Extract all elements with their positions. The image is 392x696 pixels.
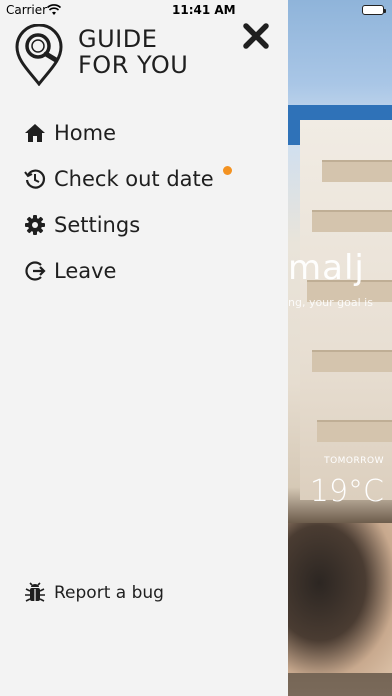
notification-badge [223,166,232,175]
brand-line-2: FOR YOU [78,51,189,79]
building-photo [300,120,392,500]
menu-item-settings[interactable]: Settings [24,202,214,248]
balcony [317,420,392,442]
brand-line-1: GUIDE [78,25,158,53]
menu-item-leave[interactable]: Leave [24,248,214,294]
second-photo [288,523,392,673]
drawer-menu: Home Check out date Settings Leave [24,110,232,294]
gear-icon [25,215,45,235]
menu-item-home[interactable]: Home [24,110,214,156]
balcony [312,350,392,372]
report-bug-button[interactable]: Report a bug [24,582,164,604]
menu-item-label: Home [54,121,117,145]
report-bug-label: Report a bug [54,583,164,603]
wifi-icon [47,4,61,15]
logo-pin-icon [15,24,63,86]
menu-item-label: Settings [54,213,141,237]
close-icon[interactable] [242,22,270,50]
battery-icon [362,5,386,15]
carrier-label: Carrier [6,3,48,17]
destination-title: malj [288,248,365,288]
balcony [322,160,392,182]
menu-item-label: Leave [54,259,117,283]
home-icon [25,124,45,142]
navigation-drawer: GUIDE FOR YOU Home Check out date Settin… [0,0,288,696]
menu-item-label: Check out date [54,167,214,191]
clock-icon [24,169,46,189]
app-brand: GUIDE FOR YOU [78,26,188,78]
weather-label: TOMORROW [324,456,384,466]
destination-subtitle: ng, your goal is [288,296,373,309]
balcony [312,210,392,232]
logout-icon [25,261,46,281]
status-bar: Carrier 11:41 AM [0,0,392,20]
bug-icon [25,582,45,602]
clock-time: 11:41 AM [172,3,236,17]
menu-item-check-out-date[interactable]: Check out date [24,156,232,202]
weather-temperature: 19°C [309,474,384,509]
